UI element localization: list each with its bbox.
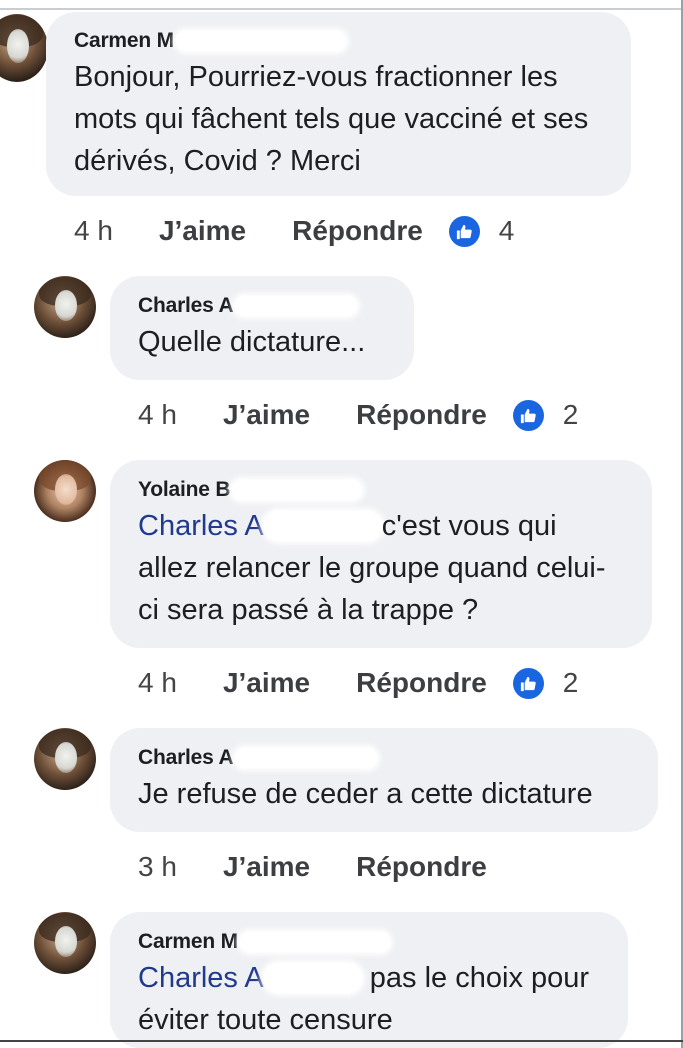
comment-author[interactable]: Carmen M <box>74 28 603 54</box>
avatar[interactable] <box>34 276 96 338</box>
reply-button[interactable]: Répondre <box>356 399 487 431</box>
reaction-count[interactable]: 2 <box>563 667 579 699</box>
bottom-divider <box>0 1040 683 1042</box>
comment-actions: 4 h J’aime Répondre 4 <box>74 211 514 251</box>
avatar[interactable] <box>34 460 96 522</box>
like-thumb-icon[interactable] <box>448 215 480 247</box>
comment-text: Bonjour, Pourriez-vous fractionner les m… <box>74 61 589 177</box>
comment-bubble: Yolaine B Charles Ac'est vous qui allez … <box>110 460 652 648</box>
like-button[interactable]: J’aime <box>223 667 310 699</box>
reaction-count[interactable]: 2 <box>563 399 579 431</box>
like-button[interactable]: J’aime <box>223 851 310 883</box>
comment-text: Charles Ac'est vous qui allez relancer l… <box>138 510 606 626</box>
comment-bubble: Charles A Quelle dictature... <box>110 276 414 380</box>
comment-text: Charles A pas le choix pour éviter toute… <box>138 962 590 1036</box>
comment-bubble: Carmen M Charles A pas le choix pour évi… <box>110 912 628 1048</box>
comment-text: Quelle dictature... <box>138 326 366 358</box>
top-divider <box>0 8 683 10</box>
comment-author[interactable]: Charles A <box>138 293 386 319</box>
like-button[interactable]: J’aime <box>159 215 246 247</box>
like-thumb-icon[interactable] <box>512 667 544 699</box>
comment-time[interactable]: 3 h <box>138 851 177 883</box>
reply-button[interactable]: Répondre <box>356 851 487 883</box>
comment-time[interactable]: 4 h <box>138 667 177 699</box>
comment-author[interactable]: Yolaine B <box>138 477 624 503</box>
comment-time[interactable]: 4 h <box>74 215 113 247</box>
reply-button[interactable]: Répondre <box>292 215 423 247</box>
avatar[interactable] <box>34 912 96 974</box>
like-thumb-icon[interactable] <box>512 399 544 431</box>
mention-link[interactable]: Charles A <box>138 510 264 542</box>
reply-button[interactable]: Répondre <box>356 667 487 699</box>
comment-actions: 4 h J’aime Répondre 2 <box>138 395 578 435</box>
comment-text: Je refuse de ceder a cette dictature <box>138 778 593 810</box>
avatar[interactable] <box>34 728 96 790</box>
mention-link[interactable]: Charles A <box>138 962 264 994</box>
comment-actions: 3 h J’aime Répondre <box>138 847 513 887</box>
comment-bubble: Charles A Je refuse de ceder a cette dic… <box>110 728 658 832</box>
avatar[interactable] <box>0 14 48 82</box>
comment-author[interactable]: Carmen M <box>138 929 600 955</box>
reaction-count[interactable]: 4 <box>499 215 515 247</box>
comment-actions: 4 h J’aime Répondre 2 <box>138 663 578 703</box>
comment-author[interactable]: Charles A <box>138 745 630 771</box>
like-button[interactable]: J’aime <box>223 399 310 431</box>
comment-bubble: Carmen M Bonjour, Pourriez-vous fraction… <box>46 12 631 196</box>
comment-time[interactable]: 4 h <box>138 399 177 431</box>
